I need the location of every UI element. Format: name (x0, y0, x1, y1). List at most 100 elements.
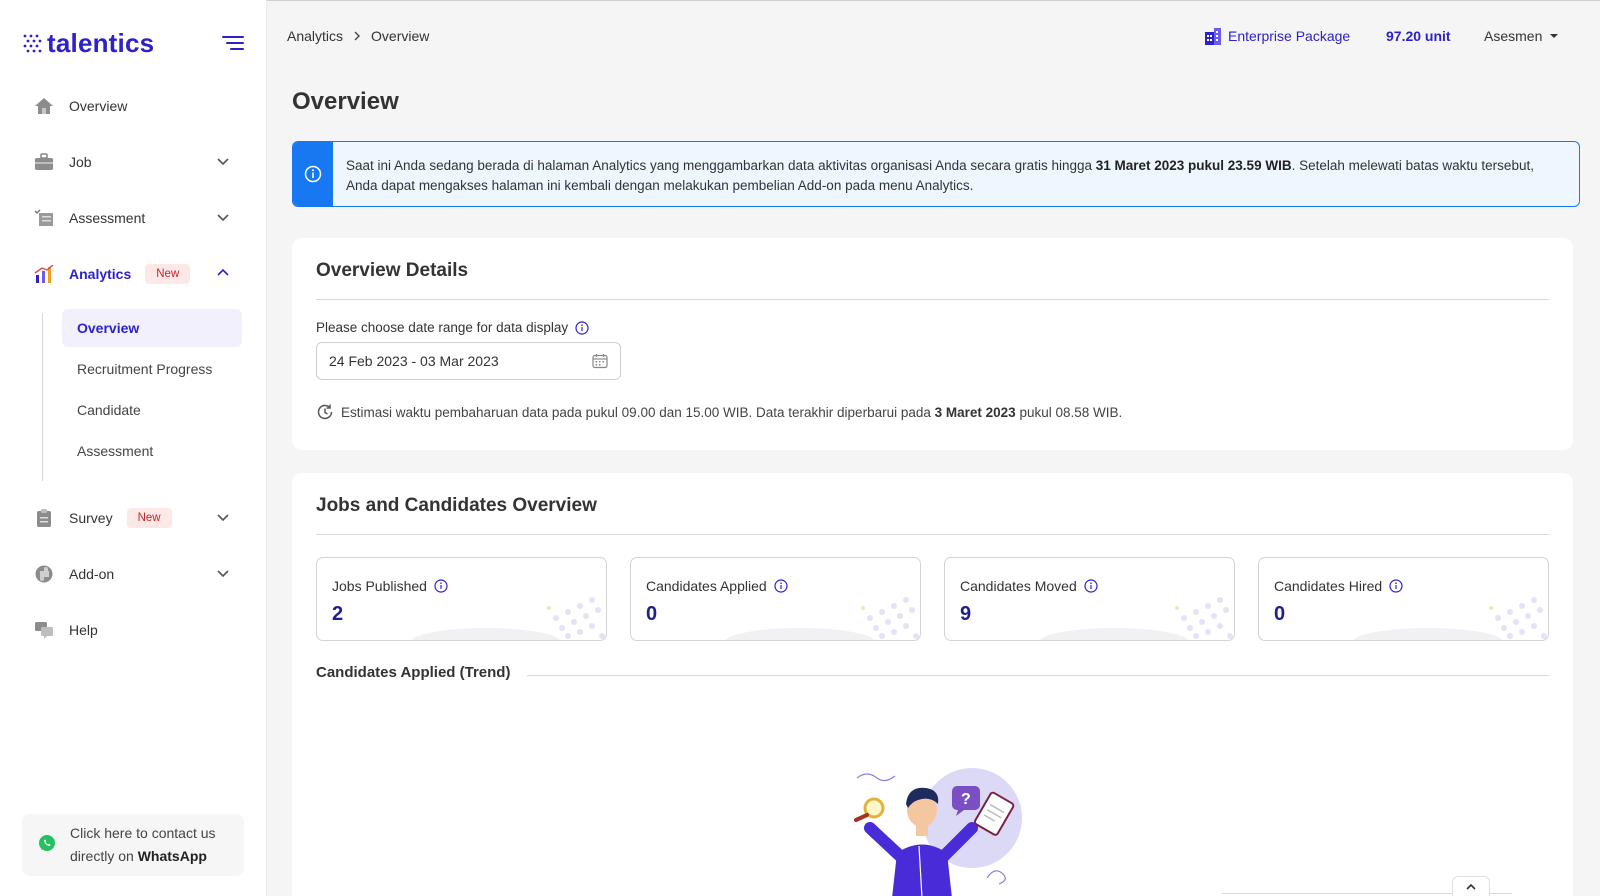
stat-value: 0 (646, 603, 658, 625)
breadcrumb-analytics[interactable]: Analytics (287, 28, 343, 44)
checklist-icon (33, 207, 55, 229)
bar-chart-icon (33, 263, 55, 285)
whatsapp-contact-text: Click here to contact us directly on Wha… (70, 822, 216, 868)
jobs-candidates-card: Jobs and Candidates Overview Jobs Publis… (292, 473, 1573, 896)
date-range-value: 24 Feb 2023 - 03 Mar 2023 (329, 353, 499, 369)
sidebar-item-analytics[interactable]: Analytics New (22, 254, 244, 294)
sidebar-item-label: Survey (69, 510, 113, 526)
breadcrumb-overview: Overview (371, 28, 430, 44)
card-title: Jobs and Candidates Overview (316, 495, 597, 516)
scroll-to-top-button[interactable] (1452, 876, 1490, 896)
divider (527, 675, 1549, 676)
update-estimate-part-1: Estimasi waktu pembaharuan data pada puk… (341, 404, 935, 420)
clipboard-icon (33, 507, 55, 529)
update-estimate-part-2: pukul 08.58 WIB. (1015, 404, 1123, 420)
dot-pattern-decoration (725, 597, 919, 640)
breadcrumb: Analytics Overview (287, 28, 429, 44)
page-title: Overview (292, 88, 399, 115)
date-range-label: Please choose date range for data displa… (316, 320, 589, 335)
dot-pattern-decoration (1353, 597, 1547, 640)
enterprise-package-link[interactable]: Enterprise Package (1204, 27, 1350, 45)
calendar-icon (592, 354, 608, 369)
briefcase-icon (33, 151, 55, 173)
info-icon[interactable] (575, 320, 589, 335)
user-name: Asesmen (1484, 28, 1543, 44)
sidebar-item-addon[interactable]: Add-on (22, 554, 244, 594)
date-range-label-text: Please choose date range for data displa… (316, 320, 569, 335)
package-label: Enterprise Package (1228, 28, 1351, 44)
sidebar-item-label: Job (69, 154, 92, 170)
building-icon (1205, 28, 1221, 45)
chevron-up-icon (1466, 883, 1476, 890)
info-icon (304, 165, 322, 183)
dot-pattern-decoration (1039, 597, 1233, 640)
brand-name: talentics (47, 28, 155, 58)
chevron-up-icon (217, 268, 229, 276)
sidebar-item-assessment[interactable]: Assessment (22, 198, 244, 238)
brand-logo[interactable]: talentics (22, 28, 154, 59)
banner-text-part-1: Saat ini Anda sedang berada di halaman A… (346, 158, 1096, 173)
sidebar-item-overview[interactable]: Overview (22, 86, 244, 126)
chat-icon (33, 619, 55, 641)
update-estimate-text: Estimasi waktu pembaharuan data pada puk… (341, 405, 1122, 420)
sidebar-item-help[interactable]: Help (22, 610, 244, 650)
whatsapp-line-1: Click here to contact us (70, 825, 216, 841)
empty-state-illustration: ? (854, 768, 1022, 896)
trend-section-title: Candidates Applied (Trend) (316, 664, 511, 681)
sidebar-item-label: Overview (69, 98, 128, 114)
home-icon (33, 95, 55, 117)
whatsapp-icon (38, 834, 58, 857)
stat-card-candidates-applied: Candidates Applied 0 (630, 557, 921, 641)
whatsapp-line-2-prefix: directly on (70, 848, 138, 864)
chevron-down-icon (217, 570, 229, 578)
sidebar-item-label: Analytics (69, 266, 132, 282)
talentics-logo-icon (23, 34, 42, 52)
new-badge: New (145, 264, 191, 284)
puzzle-icon (33, 563, 55, 585)
unit-balance: 97.20 unit (1386, 28, 1451, 44)
banner-side (293, 142, 333, 206)
menu-toggle-icon[interactable] (222, 36, 244, 54)
stat-card-candidates-moved: Candidates Moved 9 (944, 557, 1235, 641)
svg-text:?: ? (961, 791, 971, 808)
top-bar: Analytics Overview Enterprise Package 97… (267, 0, 1600, 72)
sidebar-item-job[interactable]: Job (22, 142, 244, 182)
refresh-clock-icon (317, 404, 333, 420)
breadcrumb-separator-icon (353, 28, 361, 44)
card-title: Overview Details (316, 260, 469, 281)
whatsapp-line-2: directly on WhatsApp (70, 845, 216, 868)
user-menu[interactable]: Asesmen (1484, 28, 1559, 44)
date-range-picker[interactable]: 24 Feb 2023 - 03 Mar 2023 (316, 342, 621, 380)
dot-pattern-decoration (411, 597, 605, 640)
banner-text: Saat ini Anda sedang berada di halaman A… (346, 156, 1549, 196)
sidebar-item-label: Add-on (69, 566, 115, 582)
chevron-down-icon (217, 158, 229, 166)
stats-row: Jobs Published 2 Candidates Applied 0 Ca… (316, 557, 1549, 641)
whatsapp-contact-card[interactable]: Click here to contact us directly on Wha… (22, 814, 244, 876)
chevron-down-icon (217, 514, 229, 522)
sidebar-item-label: Assessment (69, 210, 146, 226)
update-estimate: Estimasi waktu pembaharuan data pada puk… (316, 403, 1122, 421)
sidebar: talentics Overview Job Assessment Analyt… (0, 0, 267, 896)
divider (316, 299, 1549, 300)
divider (316, 534, 1549, 535)
stat-card-jobs-published: Jobs Published 2 (316, 557, 607, 641)
sidebar-subitem-recruitment-progress[interactable]: Recruitment Progress (62, 350, 242, 388)
last-update-date: 3 Maret 2023 (934, 404, 1016, 420)
stat-value: 0 (1274, 603, 1286, 625)
chevron-down-icon (217, 214, 229, 222)
submenu-guide-line (42, 313, 43, 481)
sidebar-subitem-assessment[interactable]: Assessment (62, 432, 242, 470)
stat-value: 9 (960, 603, 972, 625)
sidebar-item-label: Help (69, 622, 98, 638)
sidebar-subitem-overview[interactable]: Overview (62, 309, 242, 347)
sidebar-subitem-candidate[interactable]: Candidate (62, 391, 242, 429)
overview-details-card: Overview Details Please choose date rang… (292, 238, 1573, 450)
caret-down-icon (1550, 34, 1559, 38)
sidebar-item-survey[interactable]: Survey New (22, 498, 244, 538)
info-banner: Saat ini Anda sedang berada di halaman A… (292, 141, 1580, 207)
stat-value: 2 (332, 603, 344, 625)
banner-deadline: 31 Maret 2023 pukul 23.59 WIB (1095, 158, 1292, 173)
stat-card-candidates-hired: Candidates Hired 0 (1258, 557, 1549, 641)
whatsapp-link[interactable]: WhatsApp (138, 848, 207, 864)
